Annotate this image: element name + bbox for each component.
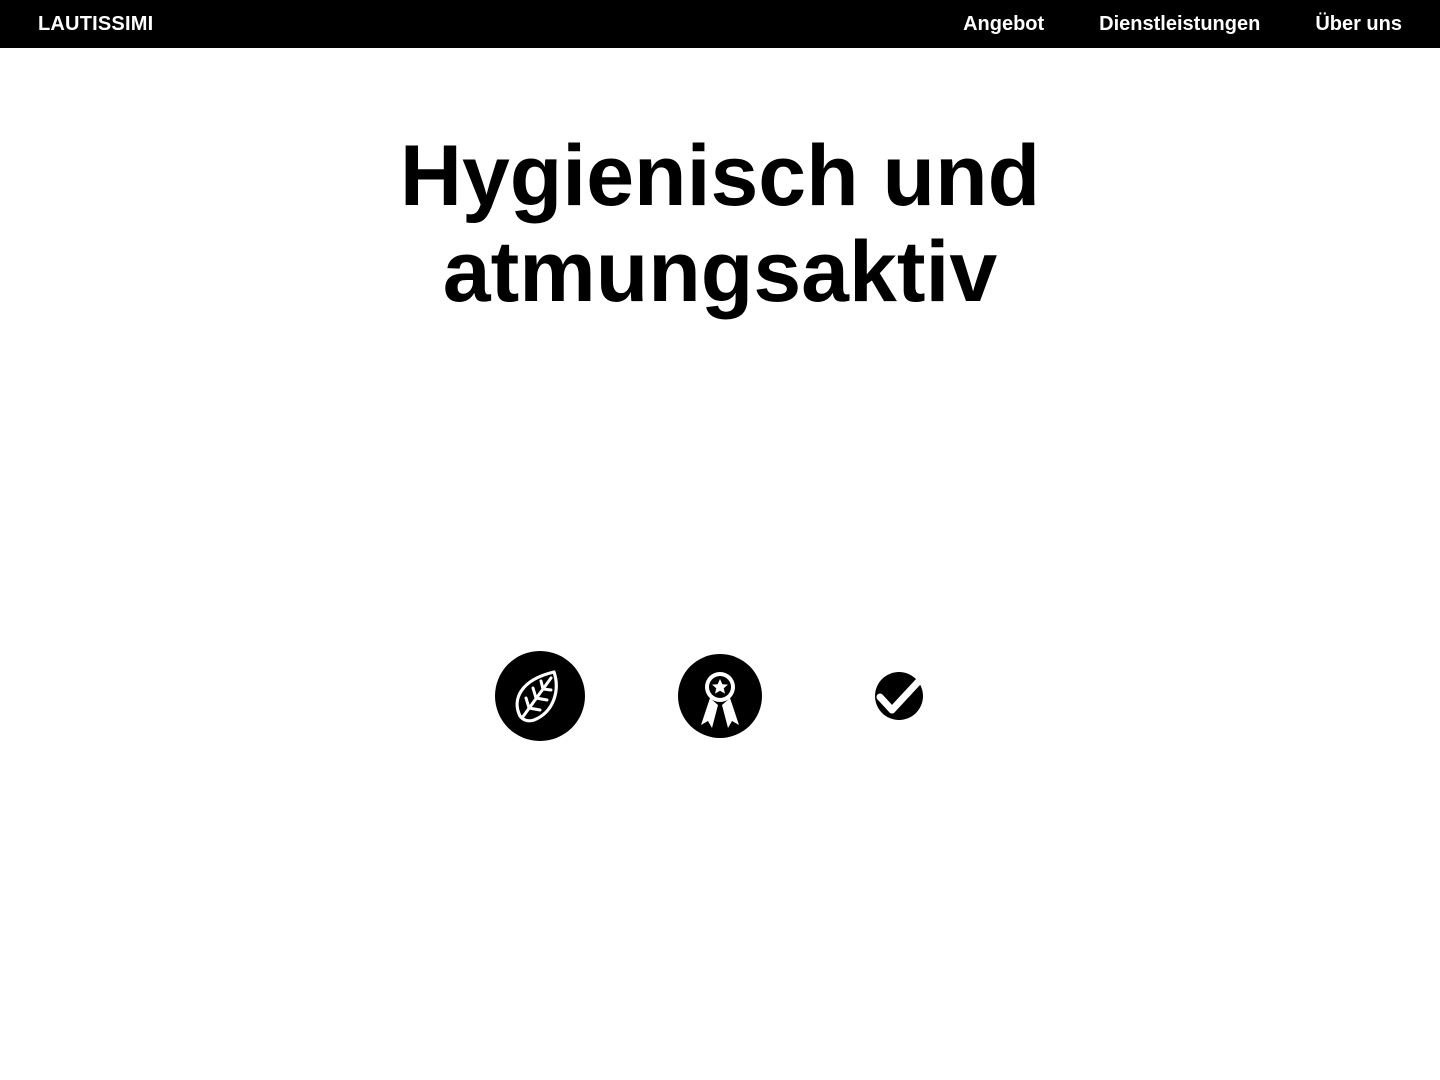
nav-link-dienstleistungen[interactable]: Dienstleistungen bbox=[1099, 13, 1260, 36]
main-nav: Angebot Dienstleistungen Über uns bbox=[963, 13, 1402, 36]
feature-icons-row bbox=[0, 646, 1440, 746]
brand-logo-link[interactable]: LAUTISSIMI bbox=[38, 13, 153, 36]
hero-title-line-1: Hygienisch und bbox=[399, 128, 1041, 224]
nav-link-ueber-uns[interactable]: Über uns bbox=[1315, 13, 1402, 36]
hero-title-line-2: atmungsaktiv bbox=[442, 224, 998, 320]
hero-title: Hygienisch und atmungsaktiv bbox=[0, 128, 1440, 320]
award-ribbon-icon bbox=[670, 646, 770, 746]
leaf-icon bbox=[490, 646, 590, 746]
top-navbar: LAUTISSIMI Angebot Dienstleistungen Über… bbox=[0, 0, 1440, 48]
nav-link-angebot[interactable]: Angebot bbox=[963, 13, 1044, 36]
checkmark-icon bbox=[850, 646, 950, 746]
